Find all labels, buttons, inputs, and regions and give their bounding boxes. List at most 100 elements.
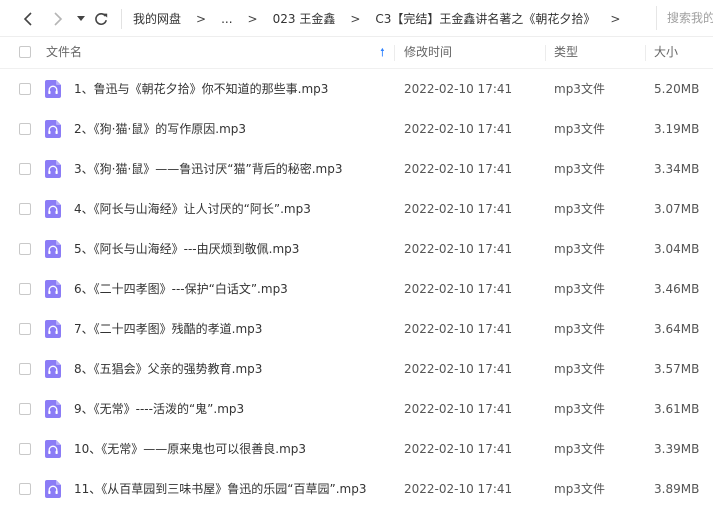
file-modified-time: 2022-02-10 17:41 (404, 402, 513, 416)
file-name[interactable]: 6、《二十四孝图》---保护“白话文”.mp3 (74, 269, 288, 309)
row-checkbox[interactable] (19, 443, 31, 455)
audio-file-icon (45, 200, 61, 218)
file-type: mp3文件 (554, 282, 605, 296)
file-modified-time: 2022-02-10 17:41 (404, 442, 513, 456)
file-name[interactable]: 8、《五猖会》父亲的强势教育.mp3 (74, 349, 262, 389)
breadcrumb-separator: > (196, 11, 207, 26)
row-checkbox[interactable] (19, 323, 31, 335)
file-type: mp3文件 (554, 242, 605, 256)
column-divider[interactable] (394, 45, 395, 61)
back-button[interactable] (18, 0, 38, 37)
audio-file-icon (45, 160, 61, 178)
file-row[interactable]: 10、《无常》——原来鬼也可以很善良.mp3 2022-02-10 17:41 … (0, 429, 713, 469)
audio-file-icon (45, 360, 61, 378)
file-type: mp3文件 (554, 82, 605, 96)
file-row[interactable]: 11、《从百草园到三味书屋》鲁迅的乐园“百草园”.mp3 2022-02-10 … (0, 469, 713, 509)
breadcrumb-item-ellipsis[interactable]: ... (221, 12, 232, 26)
refresh-icon (95, 12, 108, 25)
toolbar-divider (121, 9, 122, 29)
breadcrumb-item-my-drive[interactable]: 我的网盘 (133, 10, 181, 27)
forward-button[interactable] (48, 0, 68, 37)
file-type: mp3文件 (554, 402, 605, 416)
file-browser-window: 我的网盘 > ... > 023 王金鑫 > C3【完结】王金鑫讲名著之《朝花夕… (0, 0, 713, 510)
breadcrumb-item-folder[interactable]: 023 王金鑫 (273, 10, 336, 27)
file-type: mp3文件 (554, 122, 605, 136)
column-header-type[interactable]: 类型 (554, 37, 578, 68)
sort-up-arrow-icon[interactable]: 🠕 (380, 37, 385, 68)
file-size: 3.34MB (654, 162, 700, 176)
file-name[interactable]: 11、《从百草园到三味书屋》鲁迅的乐园“百草园”.mp3 (74, 469, 366, 509)
file-name[interactable]: 9、《无常》----活泼的“鬼”.mp3 (74, 389, 244, 429)
file-modified-time: 2022-02-10 17:41 (404, 282, 513, 296)
row-checkbox[interactable] (19, 483, 31, 495)
file-name[interactable]: 4、《阿长与山海经》让人讨厌的“阿长”.mp3 (74, 189, 311, 229)
row-checkbox[interactable] (19, 83, 31, 95)
file-row[interactable]: 6、《二十四孝图》---保护“白话文”.mp3 2022-02-10 17:41… (0, 269, 713, 309)
search-input[interactable] (667, 11, 713, 25)
file-name[interactable]: 1、鲁迅与《朝花夕拾》你不知道的那些事.mp3 (74, 69, 328, 109)
file-row[interactable]: 7、《二十四孝图》残酷的孝道.mp3 2022-02-10 17:41 mp3文… (0, 309, 713, 349)
chevron-right-icon (54, 11, 63, 26)
row-checkbox[interactable] (19, 363, 31, 375)
chevron-left-icon (23, 11, 32, 26)
file-name[interactable]: 3、《狗·猫·鼠》——鲁迅讨厌“猫”背后的秘密.mp3 (74, 149, 342, 189)
file-size: 3.04MB (654, 242, 700, 256)
file-type: mp3文件 (554, 442, 605, 456)
history-dropdown-button[interactable] (74, 0, 88, 37)
file-row[interactable]: 9、《无常》----活泼的“鬼”.mp3 2022-02-10 17:41 mp… (0, 389, 713, 429)
file-modified-time: 2022-02-10 17:41 (404, 162, 513, 176)
file-type: mp3文件 (554, 322, 605, 336)
audio-file-icon (45, 80, 61, 98)
file-name[interactable]: 5、《阿长与山海经》---由厌烦到敬佩.mp3 (74, 229, 299, 269)
file-size: 3.57MB (654, 362, 700, 376)
audio-file-icon (45, 480, 61, 498)
file-row[interactable]: 5、《阿长与山海经》---由厌烦到敬佩.mp3 2022-02-10 17:41… (0, 229, 713, 269)
file-modified-time: 2022-02-10 17:41 (404, 122, 513, 136)
file-name[interactable]: 7、《二十四孝图》残酷的孝道.mp3 (74, 309, 262, 349)
row-checkbox[interactable] (19, 163, 31, 175)
file-size: 3.07MB (654, 202, 700, 216)
file-modified-time: 2022-02-10 17:41 (404, 202, 513, 216)
audio-file-icon (45, 120, 61, 138)
file-list: 1、鲁迅与《朝花夕拾》你不知道的那些事.mp3 2022-02-10 17:41… (0, 69, 713, 509)
file-modified-time: 2022-02-10 17:41 (404, 322, 513, 336)
breadcrumb-item-current[interactable]: C3【完结】王金鑫讲名著之《朝花夕拾》 (375, 10, 595, 27)
breadcrumb-separator: > (247, 11, 258, 26)
column-header-modified[interactable]: 修改时间 (404, 37, 452, 68)
file-size: 3.39MB (654, 442, 700, 456)
file-modified-time: 2022-02-10 17:41 (404, 362, 513, 376)
column-header-size[interactable]: 大小 (654, 37, 678, 68)
file-modified-time: 2022-02-10 17:41 (404, 82, 513, 96)
column-divider[interactable] (645, 45, 646, 61)
file-modified-time: 2022-02-10 17:41 (404, 242, 513, 256)
row-checkbox[interactable] (19, 243, 31, 255)
column-header-name[interactable]: 文件名 (46, 37, 82, 68)
column-divider[interactable] (545, 45, 546, 61)
audio-file-icon (45, 400, 61, 418)
breadcrumb-separator: > (350, 11, 361, 26)
file-name[interactable]: 2、《狗·猫·鼠》的写作原因.mp3 (74, 109, 246, 149)
file-row[interactable]: 4、《阿长与山海经》让人讨厌的“阿长”.mp3 2022-02-10 17:41… (0, 189, 713, 229)
file-modified-time: 2022-02-10 17:41 (404, 482, 513, 496)
breadcrumb: 我的网盘 > ... > 023 王金鑫 > C3【完结】王金鑫讲名著之《朝花夕… (133, 0, 635, 37)
audio-file-icon (45, 240, 61, 258)
row-checkbox[interactable] (19, 123, 31, 135)
refresh-button[interactable] (91, 0, 111, 37)
file-row[interactable]: 2、《狗·猫·鼠》的写作原因.mp3 2022-02-10 17:41 mp3文… (0, 109, 713, 149)
row-checkbox[interactable] (19, 283, 31, 295)
file-size: 3.64MB (654, 322, 700, 336)
select-all-checkbox[interactable] (19, 46, 31, 58)
file-row[interactable]: 8、《五猖会》父亲的强势教育.mp3 2022-02-10 17:41 mp3文… (0, 349, 713, 389)
toolbar: 我的网盘 > ... > 023 王金鑫 > C3【完结】王金鑫讲名著之《朝花夕… (0, 0, 713, 37)
audio-file-icon (45, 320, 61, 338)
row-checkbox[interactable] (19, 403, 31, 415)
audio-file-icon (45, 440, 61, 458)
audio-file-icon (45, 280, 61, 298)
file-type: mp3文件 (554, 202, 605, 216)
file-row[interactable]: 3、《狗·猫·鼠》——鲁迅讨厌“猫”背后的秘密.mp3 2022-02-10 1… (0, 149, 713, 189)
file-size: 3.89MB (654, 482, 700, 496)
file-name[interactable]: 10、《无常》——原来鬼也可以很善良.mp3 (74, 429, 306, 469)
file-row[interactable]: 1、鲁迅与《朝花夕拾》你不知道的那些事.mp3 2022-02-10 17:41… (0, 69, 713, 109)
row-checkbox[interactable] (19, 203, 31, 215)
file-size: 3.19MB (654, 122, 700, 136)
